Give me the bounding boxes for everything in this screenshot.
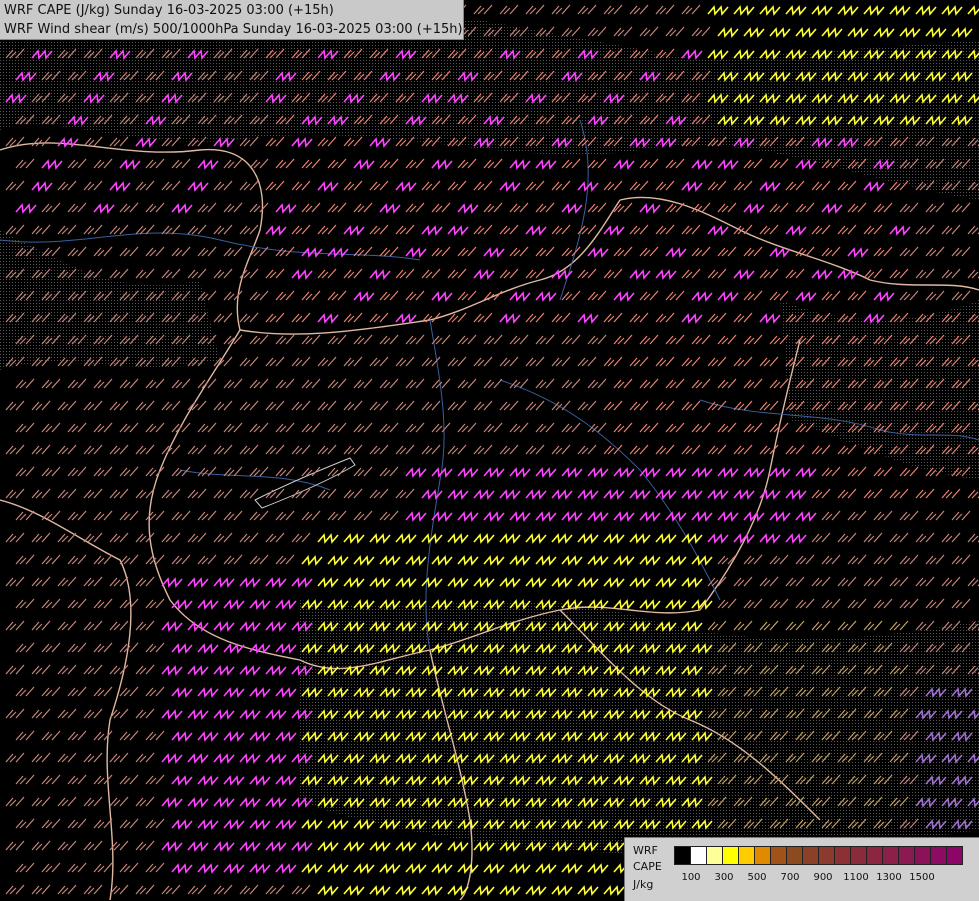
- legend-label-unit: J/kg: [633, 878, 654, 891]
- legend-swatch: [882, 846, 899, 865]
- title-cape: WRF CAPE (J/kg) Sunday 16-03-2025 03:00 …: [4, 3, 334, 18]
- legend-swatch: [802, 846, 819, 865]
- legend-swatch: [866, 846, 883, 865]
- legend-swatch: [706, 846, 723, 865]
- legend-swatch: [754, 846, 771, 865]
- legend-swatch: [690, 846, 707, 865]
- legend-tick: 100: [681, 872, 701, 883]
- legend-swatch: [738, 846, 755, 865]
- legend-tick: 900: [813, 872, 833, 883]
- legend-ticks: 100 300 500 700 900 1100 1300 1500: [674, 872, 974, 886]
- legend-swatches: [674, 846, 963, 865]
- legend-swatch: [914, 846, 931, 865]
- legend-swatch: [898, 846, 915, 865]
- legend-tick: 1100: [843, 872, 869, 883]
- legend-swatch: [786, 846, 803, 865]
- legend-tick: 1300: [876, 872, 902, 883]
- legend-tick: 1500: [909, 872, 935, 883]
- legend-swatch: [770, 846, 787, 865]
- legend-swatch: [930, 846, 947, 865]
- legend-label-cape: CAPE: [633, 860, 662, 873]
- legend-tick: 700: [780, 872, 800, 883]
- legend-swatch: [722, 846, 739, 865]
- cape-legend: WRF CAPE J/kg 100 300 500 700 900 1100 1300 150…: [624, 837, 979, 901]
- legend-swatch: [674, 846, 691, 865]
- title-wind-shear: WRF Wind shear (m/s) 500/1000hPa Sunday …: [4, 22, 463, 37]
- legend-swatch: [818, 846, 835, 865]
- map-title-box: WRF CAPE (J/kg) Sunday 16-03-2025 03:00 …: [0, 0, 464, 40]
- legend-tick: 500: [747, 872, 767, 883]
- legend-label-wrf: WRF: [633, 844, 658, 857]
- legend-swatch: [834, 846, 851, 865]
- legend-tick: 300: [714, 872, 734, 883]
- legend-swatch: [850, 846, 867, 865]
- legend-swatch: [946, 846, 963, 865]
- cape-area-south: [300, 600, 979, 854]
- wind-shear-map: [0, 0, 979, 900]
